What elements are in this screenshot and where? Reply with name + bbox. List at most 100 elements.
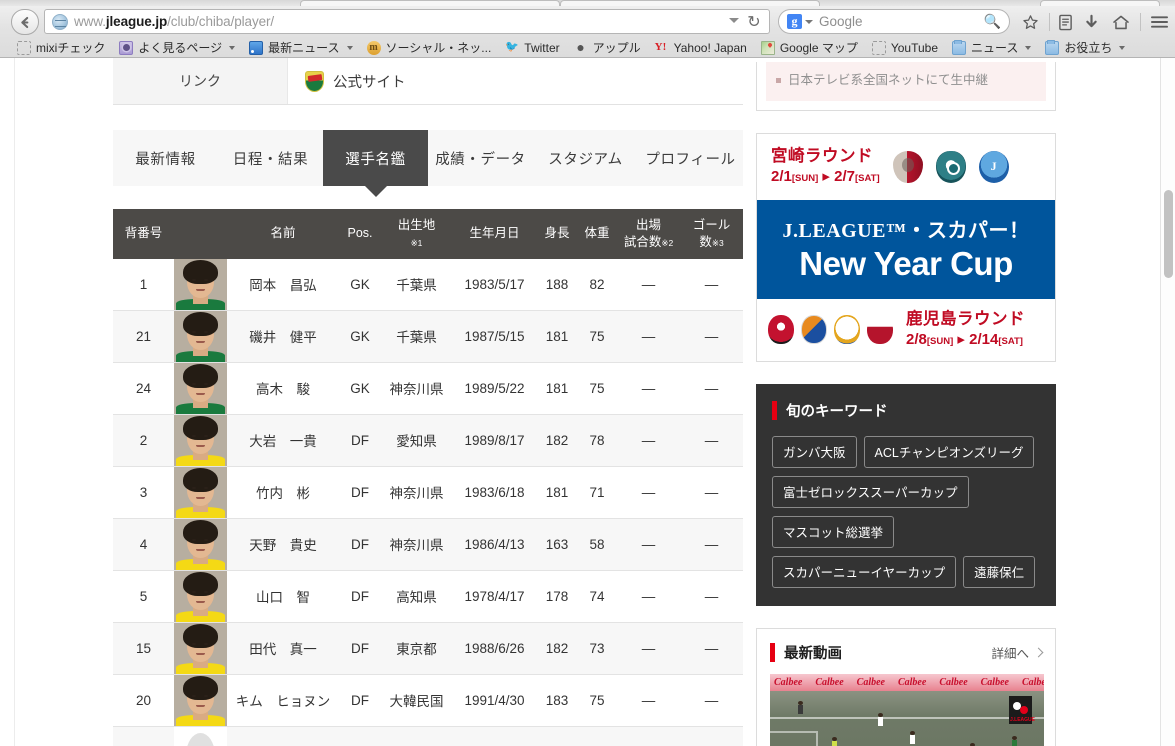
keyword-chip-3[interactable]: マスコット総選挙: [772, 515, 895, 548]
news-item[interactable]: 日本テレビ系全国ネットにて生中継: [776, 72, 1036, 90]
club-tab-3[interactable]: 成績・データ: [428, 130, 533, 186]
bookmark-label: Twitter: [524, 40, 560, 55]
player-goals-text: —: [704, 276, 719, 292]
main-content-column: リンク 公式サイト 最新情報 日程・結果 選手名鑑 成績・データ スタジアム プロフィール…: [113, 58, 743, 746]
address-bar[interactable]: www.jleague.jp/club/chiba/player/ ↻: [44, 9, 770, 34]
menu-icon[interactable]: [1148, 11, 1170, 33]
club-tab-2[interactable]: 選手名鑑: [323, 130, 428, 186]
bookmark-item[interactable]: YouTube: [865, 40, 945, 56]
scrollbar-thumb[interactable]: [1164, 190, 1173, 278]
player-appearances: —: [617, 362, 680, 415]
column-header-7: 体重: [577, 209, 617, 259]
player-name: 岡野 洵: [227, 726, 339, 746]
chevron-down-icon[interactable]: [729, 18, 739, 23]
player-photo[interactable]: [174, 622, 227, 675]
table-row[interactable]: 2 大岩 一貴 DF 愛知県 1989/8/17 182 78 — —: [113, 414, 743, 467]
video-thumbnail[interactable]: Calbee Calbee Calbee Calbee Calbee Calbee Calb…: [770, 673, 1044, 746]
keyword-chip-2[interactable]: 富士ゼロックススーパーカップ: [772, 475, 969, 508]
table-row[interactable]: 24 高木 駿 GK 神奈川県 1989/5/22 181 75 — —: [113, 362, 743, 415]
table-row[interactable]: 4 天野 貴史 DF 神奈川県 1986/4/13 163 58 — —: [113, 518, 743, 571]
twitter-icon: 🐦: [505, 40, 519, 53]
page-scrollbar[interactable]: [1160, 58, 1175, 746]
table-row[interactable]: 20 キム ヒョヌン DF 大韓民国 1991/4/30 183 75 — —: [113, 674, 743, 727]
bookmark-item[interactable]: 🐦 Twitter: [498, 40, 566, 56]
player-number: 24: [113, 362, 174, 415]
player-weight: 75: [577, 674, 617, 727]
player-photo[interactable]: [174, 466, 227, 519]
player-photo[interactable]: [174, 518, 227, 571]
toolbar-divider: [1049, 13, 1050, 31]
bookmark-item[interactable]: ニュース: [945, 39, 1038, 56]
club-tab-label: 日程・結果: [232, 151, 309, 168]
player-photo[interactable]: [174, 726, 227, 746]
player-dob-text: 1989/8/17: [464, 432, 525, 448]
table-row[interactable]: 27岡野 洵DF千葉県1997/12/918575——: [113, 726, 743, 746]
player-number: 15: [113, 622, 174, 675]
bookmark-star-icon[interactable]: [1019, 11, 1041, 33]
bookmark-item[interactable]: お役立ち: [1038, 39, 1132, 56]
video-more-link[interactable]: 詳細へ: [991, 643, 1044, 662]
club-tab-4[interactable]: スタジアム: [533, 130, 638, 186]
reading-list-icon[interactable]: [1054, 11, 1076, 33]
table-row[interactable]: 15 田代 真一 DF 東京都 1988/6/26 182 73 — —: [113, 622, 743, 675]
table-row[interactable]: 5 山口 智 DF 高知県 1978/4/17 178 74 — —: [113, 570, 743, 623]
reload-icon[interactable]: ↻: [745, 14, 763, 32]
column-header-9: ゴール 数※3: [680, 209, 743, 259]
player-photo[interactable]: [174, 674, 227, 727]
player-dob: 1989/8/17: [452, 414, 537, 467]
player-photo[interactable]: [174, 310, 227, 363]
player-portrait-icon: [174, 518, 227, 570]
right-sidebar: 日本テレビ系全国ネットにて生中継 宮崎ラウンド 2/1[SUN] ▸ 2/7[S…: [756, 58, 1056, 746]
bookmark-item[interactable]: mixiチェック: [10, 40, 112, 56]
player-photo[interactable]: [174, 414, 227, 467]
back-arrow-icon[interactable]: [11, 9, 39, 35]
table-row[interactable]: 3 竹内 彬 DF 神奈川県 1983/6/18 181 71 — —: [113, 466, 743, 519]
player-photo[interactable]: [174, 570, 227, 623]
bookmark-item[interactable]: ● アップル: [567, 40, 648, 56]
player-dob: 1983/5/17: [452, 258, 537, 311]
ad-board-text: Calbee: [774, 676, 803, 688]
keyword-chip-4[interactable]: スカパーニューイヤーカップ: [772, 555, 957, 588]
club-tab-5[interactable]: プロフィール: [638, 130, 743, 186]
bookmark-item[interactable]: Google マップ: [754, 40, 865, 56]
club-tab-1[interactable]: 日程・結果: [218, 130, 323, 186]
bookmark-item[interactable]: よく見るページ: [112, 40, 242, 56]
downloads-icon[interactable]: [1080, 11, 1102, 33]
player-goals: —: [680, 466, 743, 519]
player-number: 4: [113, 518, 174, 571]
bookmark-label: お役立ち: [1064, 40, 1113, 55]
home-icon[interactable]: [1110, 11, 1132, 33]
search-input[interactable]: Google: [819, 14, 984, 29]
player-portrait-icon: [174, 310, 227, 362]
column-header-line1: 体重: [584, 226, 610, 241]
player-goals-text: —: [704, 328, 719, 344]
chevron-down-icon[interactable]: [805, 19, 813, 24]
player-name: 磯井 健平: [227, 310, 339, 363]
search-icon[interactable]: 🔍: [984, 13, 1001, 30]
google-search-engine-icon[interactable]: g: [787, 14, 802, 29]
club-tab-0[interactable]: 最新情報: [113, 130, 218, 186]
new-year-cup-banner[interactable]: 宮崎ラウンド 2/1[SUN] ▸ 2/7[SAT] J J.LEAGUE™・ス…: [756, 132, 1056, 362]
player-photo[interactable]: [174, 362, 227, 415]
player-portrait-icon: [174, 414, 227, 466]
player-number-text: 21: [135, 328, 152, 344]
bookmark-item[interactable]: 最新ニュース: [242, 40, 359, 56]
keyword-chip-0[interactable]: ガンバ大阪: [772, 435, 857, 468]
table-row[interactable]: 21 磯井 健平 GK 千葉県 1987/5/15 181 75 — —: [113, 310, 743, 363]
bookmark-item[interactable]: m ソーシャル・ネッ...: [360, 40, 499, 56]
keyword-chip-1[interactable]: ACLチャンピオンズリーグ: [863, 435, 1035, 468]
player-height-text: 183: [545, 692, 569, 708]
bookmark-item[interactable]: Y! Yahoo! Japan: [648, 40, 754, 56]
player-dob-text: 1983/6/18: [464, 484, 525, 500]
search-bar[interactable]: g Google 🔍: [778, 9, 1010, 34]
keyword-chip-5[interactable]: 遠藤保仁: [963, 555, 1036, 588]
official-site-link[interactable]: 公式サイト: [333, 71, 406, 92]
player-dob-text: 1991/4/30: [464, 692, 525, 708]
keywords-card-header: 旬のキーワード: [772, 400, 1040, 421]
player-height-text: 163: [545, 536, 569, 552]
news-highlight-box: 日本テレビ系全国ネットにて生中継: [766, 62, 1046, 101]
table-row[interactable]: 1 岡本 昌弘 GK 千葉県 1983/5/17 188 82 — —: [113, 258, 743, 311]
player-photo[interactable]: [174, 258, 227, 311]
bullet-icon: [776, 78, 781, 83]
player-number-text: 2: [139, 432, 148, 448]
